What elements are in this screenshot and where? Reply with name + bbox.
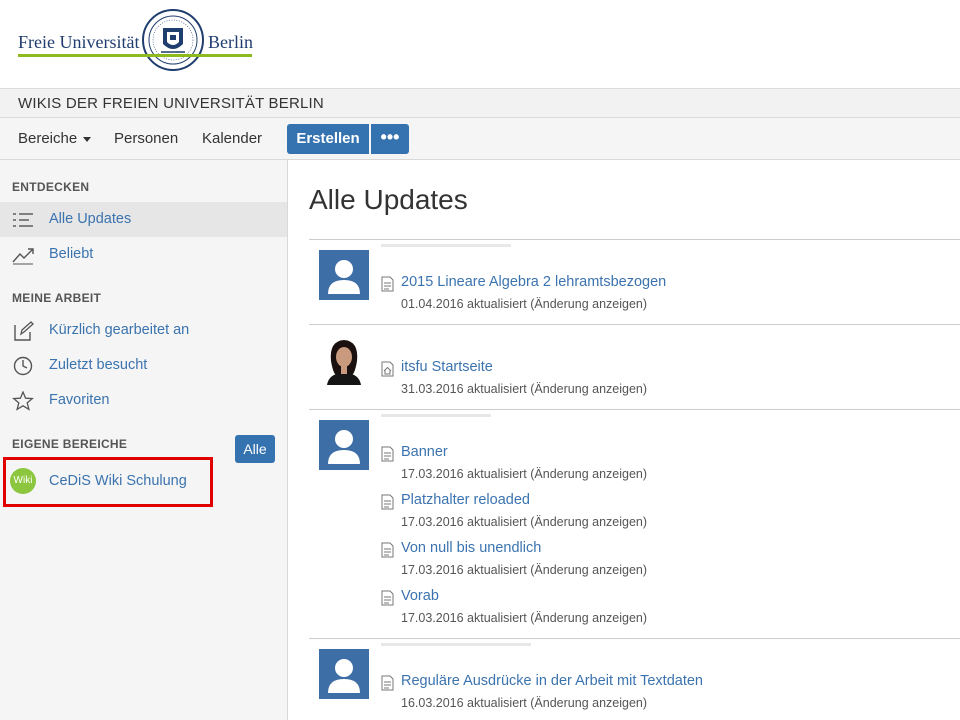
- default-avatar-icon[interactable]: [319, 250, 369, 300]
- section-heading-meine-arbeit: MEINE ARBEIT: [12, 291, 102, 305]
- star-icon: [12, 391, 34, 411]
- author-name: [381, 244, 511, 247]
- default-avatar-icon[interactable]: [319, 420, 369, 470]
- update-date: 16.03.2016 aktualisiert: [401, 696, 527, 710]
- main-content: Alle Updates 2015 Lineare Algebra 2 lehr…: [288, 160, 960, 720]
- update-entry: Platzhalter reloaded 17.03.2016 aktualis…: [381, 491, 941, 537]
- show-change-link[interactable]: (Änderung anzeigen): [530, 297, 647, 311]
- page-link[interactable]: Banner: [401, 444, 448, 460]
- fu-berlin-logo[interactable]: Freie Universität Berlin: [18, 8, 258, 74]
- show-change-link[interactable]: (Änderung anzeigen): [530, 696, 647, 710]
- page-link[interactable]: Von null bis unendlich: [401, 540, 541, 556]
- update-entry: Von null bis unendlich 17.03.2016 aktual…: [381, 539, 941, 585]
- show-change-link[interactable]: (Änderung anzeigen): [530, 611, 647, 625]
- update-meta: 16.03.2016 aktualisiert (Änderung anzeig…: [401, 696, 647, 710]
- sidebar-item-label: Zuletzt besucht: [49, 357, 148, 373]
- logo-text-left: Freie Universität: [18, 32, 140, 52]
- sidebar-item-label: Beliebt: [49, 246, 94, 262]
- update-meta: 31.03.2016 aktualisiert (Änderung anzeig…: [401, 382, 647, 396]
- sidebar-item-label: Favoriten: [49, 392, 110, 408]
- update-meta: 17.03.2016 aktualisiert (Änderung anzeig…: [401, 467, 647, 481]
- header: Freie Universität Berlin: [0, 0, 960, 88]
- more-options-button[interactable]: •••: [371, 124, 409, 154]
- site-title[interactable]: WIKIS DER FREIEN UNIVERSITÄT BERLIN: [18, 95, 324, 112]
- update-entry: itsfu Startseite 31.03.2016 aktualisiert…: [381, 358, 941, 404]
- nav-bereiche[interactable]: Bereiche: [18, 130, 92, 147]
- section-heading-eigene-bereiche: EIGENE BEREICHE: [12, 437, 128, 451]
- all-spaces-button[interactable]: Alle: [235, 435, 275, 463]
- page-link[interactable]: Vorab: [401, 588, 439, 604]
- site-title-bar: WIKIS DER FREIEN UNIVERSITÄT BERLIN: [0, 88, 960, 118]
- update-meta: 17.03.2016 aktualisiert (Änderung anzeig…: [401, 515, 647, 529]
- show-change-link[interactable]: (Änderung anzeigen): [530, 515, 647, 529]
- page-icon: [381, 542, 394, 558]
- nav-kalender[interactable]: Kalender: [202, 130, 262, 147]
- create-button[interactable]: Erstellen: [287, 124, 369, 154]
- nav-personen[interactable]: Personen: [114, 130, 178, 147]
- author-name: [381, 643, 531, 646]
- update-date: 17.03.2016 aktualisiert: [401, 611, 527, 625]
- sidebar-item-label: Alle Updates: [49, 211, 132, 227]
- sidebar-item-label: Kürzlich gearbeitet an: [49, 322, 190, 338]
- show-change-link[interactable]: (Änderung anzeigen): [530, 382, 647, 396]
- author-name: [381, 414, 491, 417]
- sidebar-item-zuletzt[interactable]: Zuletzt besucht: [0, 348, 287, 383]
- default-avatar-icon[interactable]: [319, 649, 369, 699]
- section-heading-entdecken: ENTDECKEN: [12, 180, 90, 194]
- page-icon: [381, 446, 394, 462]
- update-entry: 2015 Lineare Algebra 2 lehramtsbezogen 0…: [381, 273, 941, 319]
- logo-text-right: Berlin: [208, 32, 253, 52]
- edit-icon: [14, 321, 34, 341]
- update-entry: Reguläre Ausdrücke in der Arbeit mit Tex…: [381, 672, 941, 718]
- fu-berlin-seal-icon: [142, 9, 204, 71]
- sidebar-item-alle-updates[interactable]: Alle Updates: [0, 202, 287, 237]
- top-navbar: Bereiche Personen Kalender Erstellen •••: [0, 118, 960, 160]
- page-link[interactable]: Platzhalter reloaded: [401, 492, 530, 508]
- show-change-link[interactable]: (Änderung anzeigen): [530, 467, 647, 481]
- nav-bereiche-label: Bereiche: [18, 130, 78, 147]
- logo-underline: [18, 54, 252, 57]
- page-icon: [381, 276, 394, 292]
- update-group: 2015 Lineare Algebra 2 lehramtsbezogen 0…: [309, 239, 960, 324]
- show-change-link[interactable]: (Änderung anzeigen): [530, 563, 647, 577]
- page-link[interactable]: 2015 Lineare Algebra 2 lehramtsbezogen: [401, 274, 666, 290]
- page-icon: [381, 590, 394, 606]
- page-icon: [381, 494, 394, 510]
- sidebar-item-favoriten[interactable]: Favoriten: [0, 383, 287, 418]
- update-meta: 17.03.2016 aktualisiert (Änderung anzeig…: [401, 563, 647, 577]
- update-date: 17.03.2016 aktualisiert: [401, 563, 527, 577]
- update-group: Reguläre Ausdrücke in der Arbeit mit Tex…: [309, 638, 960, 720]
- page-link[interactable]: Reguläre Ausdrücke in der Arbeit mit Tex…: [401, 673, 703, 689]
- caret-down-icon: [83, 136, 92, 142]
- update-date: 17.03.2016 aktualisiert: [401, 467, 527, 481]
- update-date: 01.04.2016 aktualisiert: [401, 297, 527, 311]
- update-group: itsfu Startseite 31.03.2016 aktualisiert…: [309, 324, 960, 409]
- home-page-icon: [381, 361, 394, 377]
- page-link[interactable]: itsfu Startseite: [401, 359, 493, 375]
- list-icon: [13, 213, 33, 227]
- page-title: Alle Updates: [309, 184, 468, 215]
- sidebar-item-kuerzlich[interactable]: Kürzlich gearbeitet an: [0, 313, 287, 348]
- clock-icon: [13, 356, 33, 376]
- update-date: 17.03.2016 aktualisiert: [401, 515, 527, 529]
- page-icon: [381, 675, 394, 691]
- trending-icon: [12, 248, 34, 265]
- update-meta: 17.03.2016 aktualisiert (Änderung anzeig…: [401, 611, 647, 625]
- user-photo-avatar[interactable]: [319, 335, 369, 385]
- update-group: Banner 17.03.2016 aktualisiert (Änderung…: [309, 409, 960, 638]
- update-meta: 01.04.2016 aktualisiert (Änderung anzeig…: [401, 297, 647, 311]
- highlight-annotation: [3, 457, 213, 507]
- update-entry: Vorab 17.03.2016 aktualisiert (Änderung …: [381, 587, 941, 633]
- update-date: 31.03.2016 aktualisiert: [401, 382, 527, 396]
- sidebar: ENTDECKEN Alle Updates Beliebt MEINE ARB…: [0, 160, 292, 720]
- update-entry: Banner 17.03.2016 aktualisiert (Änderung…: [381, 443, 941, 489]
- sidebar-item-beliebt[interactable]: Beliebt: [0, 237, 287, 272]
